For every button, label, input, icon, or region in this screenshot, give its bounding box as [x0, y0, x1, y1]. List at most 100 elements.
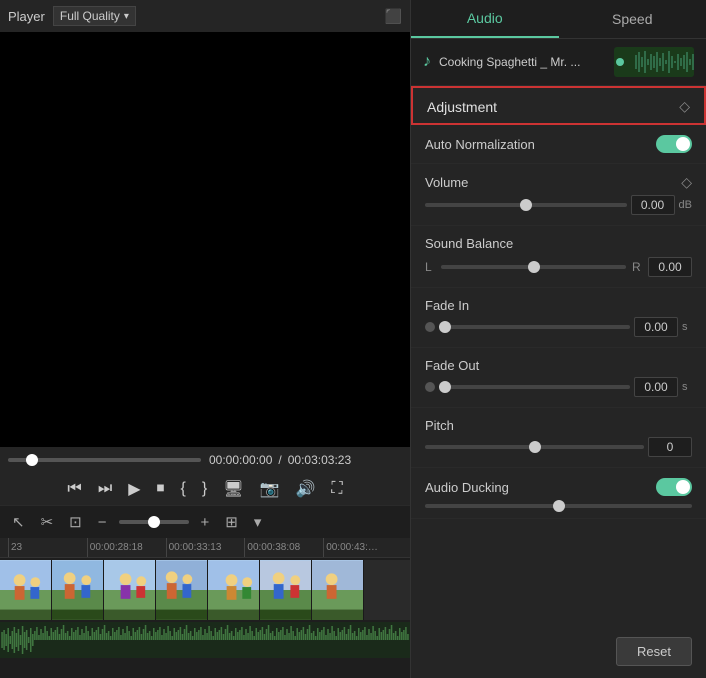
fade-out-label: Fade Out: [425, 358, 525, 373]
sound-balance-label: Sound Balance: [425, 236, 692, 251]
quality-select[interactable]: Full Quality ▾: [53, 6, 136, 26]
timeline-controls: 00:00:00:00 / 00:03:03:23: [0, 447, 410, 473]
grid-btn[interactable]: ⊞: [221, 511, 242, 533]
fade-out-unit: s: [682, 381, 692, 393]
audio-waveform: [0, 622, 410, 658]
right-label: R: [632, 260, 642, 274]
fade-in-dot: [425, 322, 435, 332]
zoom-out-btn[interactable]: −: [94, 512, 111, 533]
fade-out-header: Fade Out: [425, 358, 692, 373]
volume-header: Volume ◇: [425, 174, 692, 191]
volume-unit: dB: [679, 199, 692, 211]
cartoon-frame-1: [0, 560, 52, 620]
fade-in-slider[interactable]: [439, 325, 630, 329]
time-separator: /: [278, 453, 281, 467]
tab-audio[interactable]: Audio: [411, 0, 559, 38]
volume-button[interactable]: 🔊: [293, 477, 317, 501]
cartoon-frame-6: [260, 560, 312, 620]
more-btn[interactable]: ▾: [250, 511, 266, 533]
audio-ducking-toggle-knob: [676, 480, 690, 494]
toolbar-row: ↖ ✂ ⊡ − + ⊞ ▾: [0, 505, 410, 538]
video-track: [0, 560, 410, 620]
timeline-ruler: 23 00:00:28:18 00:00:33:13 00:00:38:08 0…: [0, 538, 410, 558]
audio-ducking-toggle[interactable]: [656, 478, 692, 496]
audio-ducking-slider[interactable]: [425, 504, 692, 508]
duck-slider-row: [425, 504, 692, 508]
track-dot: [616, 58, 624, 66]
fade-out-slider-group: 0.00 s: [425, 377, 692, 397]
split-tool[interactable]: ✂: [37, 511, 58, 533]
total-time: 00:03:03:23: [288, 453, 351, 467]
step-back-button[interactable]: ⏭︎: [96, 478, 114, 500]
cartoon-strip: [0, 560, 410, 620]
mark-in-button[interactable]: {: [179, 478, 188, 500]
adjustment-section-header: Adjustment ◇: [411, 86, 706, 125]
ruler-mark-2: 00:00:33:13: [166, 538, 245, 557]
left-label: L: [425, 260, 435, 274]
pitch-header: Pitch: [425, 418, 692, 433]
reset-button[interactable]: Reset: [616, 637, 692, 666]
stop-button[interactable]: ⏹: [155, 478, 167, 500]
pitch-value: 0: [648, 437, 692, 457]
zoom-slider[interactable]: [119, 520, 189, 524]
adjustment-title: Adjustment: [427, 99, 497, 115]
play-button[interactable]: ▶: [126, 477, 142, 501]
mark-out-button[interactable]: }: [200, 478, 209, 500]
sound-balance-row: Sound Balance L R 0.00: [411, 226, 706, 288]
volume-value: 0.00: [631, 195, 675, 215]
volume-slider-group: 0.00 dB: [425, 195, 692, 215]
fade-out-dot: [425, 382, 435, 392]
pitch-slider-group: 0: [425, 437, 692, 457]
settings-content: Adjustment ◇ Auto Normalization Volume ◇: [411, 86, 706, 625]
fade-in-label: Fade In: [425, 298, 525, 313]
audio-ducking-label: Audio Ducking: [425, 480, 525, 495]
audio-track: [0, 622, 410, 658]
skip-back-button[interactable]: ⏮: [65, 478, 83, 500]
zoom-in-btn[interactable]: +: [197, 512, 214, 533]
adjustment-diamond-icon: ◇: [679, 98, 690, 115]
timeline-tracks: [0, 558, 410, 678]
right-panel: Audio Speed ♪ Cooking Spaghetti _ Mr. ..…: [410, 0, 706, 678]
fade-out-slider[interactable]: [439, 385, 630, 389]
playback-controls: ⏮ ⏭︎ ▶ ⏹ { } 🖥 📷 🔊 ⛶: [0, 473, 410, 505]
quality-value: Full Quality: [60, 9, 120, 23]
fade-in-slider-group: 0.00 s: [425, 317, 692, 337]
toggle-knob: [676, 137, 690, 151]
sound-balance-slider[interactable]: [441, 265, 626, 269]
video-preview: [0, 32, 410, 447]
chevron-down-icon: ▾: [124, 11, 129, 22]
top-bar: Player Full Quality ▾ ⬛: [0, 0, 410, 32]
cartoon-frame-7: [312, 560, 364, 620]
fade-in-row: Fade In 0.00 s: [411, 288, 706, 348]
volume-slider[interactable]: [425, 203, 627, 207]
track-waveform-mini: [614, 47, 694, 77]
volume-diamond-icon: ◇: [681, 174, 692, 191]
screen-icon: ⬛: [385, 8, 402, 25]
fade-in-header: Fade In: [425, 298, 692, 313]
cursor-tool[interactable]: ↖: [8, 511, 29, 533]
auto-normalization-toggle[interactable]: [656, 135, 692, 153]
ruler-mark-4: 00:00:43:…: [323, 538, 402, 557]
tab-speed[interactable]: Speed: [559, 0, 706, 38]
ruler-mark-1: 00:00:28:18: [87, 538, 166, 557]
timeline-scrubber[interactable]: [8, 458, 201, 462]
left-panel: Player Full Quality ▾ ⬛ 00:00:00:00 / 00…: [0, 0, 410, 678]
fade-in-value: 0.00: [634, 317, 678, 337]
balance-controls: L R 0.00: [425, 257, 692, 277]
audio-ducking-section: Audio Ducking: [411, 468, 706, 519]
cartoon-frame-3: [104, 560, 156, 620]
fade-out-row: Fade Out 0.00 s: [411, 348, 706, 408]
fullscreen-button[interactable]: ⛶: [329, 478, 344, 500]
snapshot-button[interactable]: 📷: [258, 477, 282, 501]
cartoon-frame-2: [52, 560, 104, 620]
audio-track-info-bar: ♪ Cooking Spaghetti _ Mr. ...: [411, 39, 706, 86]
audio-ducking-header: Audio Ducking: [425, 478, 692, 496]
monitor-button[interactable]: 🖥: [221, 477, 245, 501]
ruler-mark-0: 23: [8, 538, 87, 557]
time-display: 00:00:00:00 / 00:03:03:23: [209, 453, 402, 467]
ruler-mark-3: 00:00:38:08: [244, 538, 323, 557]
reset-area: Reset: [411, 625, 706, 678]
pitch-slider[interactable]: [425, 445, 644, 449]
pitch-label: Pitch: [425, 418, 525, 433]
crop-tool[interactable]: ⊡: [65, 511, 86, 533]
